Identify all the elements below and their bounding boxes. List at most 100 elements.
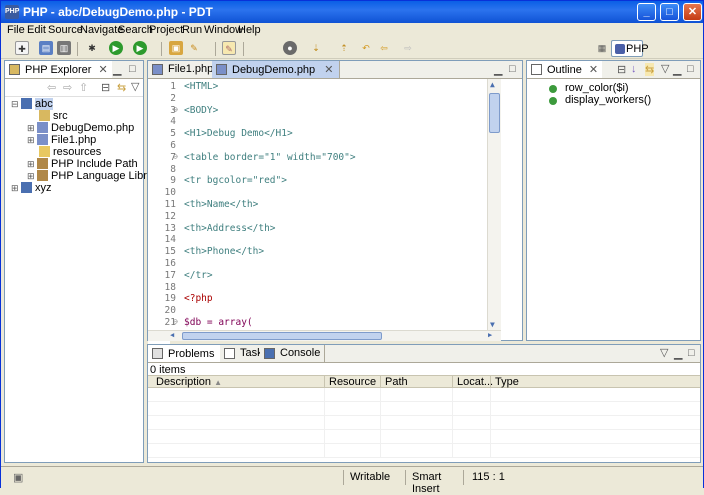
open-type-icon[interactable]: ▣ [169, 41, 183, 55]
sort-icon[interactable]: ↓ [631, 63, 637, 75]
line-number: 1 [170, 81, 176, 92]
code-line: <tr bgcolor="red"> [184, 175, 287, 187]
outline-item[interactable]: display_workers() [549, 94, 651, 106]
expand-toggle-icon[interactable]: ⊞ [11, 183, 21, 193]
expand-toggle-icon[interactable]: ⊞ [27, 159, 37, 169]
forward-icon[interactable]: ⇨ [401, 41, 415, 55]
back-icon[interactable]: ⇦ [47, 81, 56, 94]
menu-search[interactable]: Search [118, 24, 153, 36]
tab-outline[interactable]: Outline ✕ [527, 61, 603, 78]
tab-debugdemo[interactable]: DebugDemo.php ✕ [212, 61, 341, 78]
print-icon[interactable]: ▥ [57, 41, 71, 55]
horizontal-scrollbar[interactable]: ◀ ▶ [148, 330, 501, 341]
maximize-view-icon[interactable]: □ [509, 63, 516, 75]
fold-icon[interactable]: ⊖ [173, 152, 178, 161]
code-line: <th>Address</th> [184, 222, 276, 234]
next-annotation-icon[interactable]: ⇣ [309, 41, 323, 55]
minimize-view-icon[interactable]: ▁ [494, 63, 502, 76]
minimize-view-icon[interactable]: ▁ [113, 63, 121, 76]
minimize-view-icon[interactable]: ▁ [673, 63, 681, 76]
menu-source[interactable]: Source [48, 24, 83, 36]
minimize-button[interactable]: _ [637, 3, 656, 21]
run-icon[interactable]: ▶ [109, 41, 123, 55]
previous-annotation-icon[interactable]: ⇡ [337, 41, 351, 55]
table-cell-divider [490, 444, 491, 458]
menu-file[interactable]: File [7, 24, 25, 36]
forward-icon[interactable]: ⇨ [63, 81, 72, 94]
table-cell-divider [490, 388, 491, 402]
menu-run[interactable]: Run [182, 24, 202, 36]
menu-navigate[interactable]: Navigate [80, 24, 123, 36]
maximize-view-icon[interactable]: □ [129, 63, 136, 75]
tree-item-file1[interactable]: ⊞ File1.php [27, 134, 96, 146]
debug-icon[interactable]: ✱ [85, 41, 99, 55]
expand-toggle-icon[interactable]: ⊞ [27, 171, 37, 181]
menu-project[interactable]: Project [149, 24, 183, 36]
globe-icon[interactable]: ● [283, 41, 297, 55]
maximize-view-icon[interactable]: □ [688, 347, 695, 359]
collapse-toggle-icon[interactable]: ⊟ [11, 99, 21, 109]
close-tab-icon[interactable]: ✕ [324, 64, 333, 76]
fold-icon[interactable]: ⊖ [173, 317, 178, 326]
maximize-view-icon[interactable]: □ [687, 63, 694, 75]
tree-item-language-library[interactable]: ⊞ PHP Language Library [27, 170, 162, 182]
tree-item-debugdemo[interactable]: ⊞ DebugDemo.php [27, 122, 134, 134]
maximize-button[interactable]: □ [660, 3, 679, 21]
column-resource[interactable]: Resource [324, 376, 376, 388]
tree-item-src[interactable]: src [39, 110, 68, 122]
expand-toggle-icon[interactable]: ⊞ [27, 123, 37, 133]
link-with-editor-icon[interactable]: ⇆ [645, 63, 655, 76]
close-button[interactable]: ✕ [683, 3, 702, 21]
line-number: 5 [170, 128, 176, 140]
open-perspective-icon[interactable]: ▦ [595, 41, 609, 55]
up-icon[interactable]: ⇧ [79, 81, 88, 94]
back-icon[interactable]: ⇦ [377, 41, 391, 55]
scroll-up-icon[interactable]: ▲ [490, 80, 495, 89]
outline-item[interactable]: row_color($i) [549, 82, 629, 94]
save-icon[interactable]: ▤ [39, 41, 53, 55]
view-menu-icon[interactable]: ▽ [661, 62, 669, 75]
column-location[interactable]: Locat... [452, 376, 493, 388]
link-with-editor-icon[interactable]: ⇆ [117, 81, 126, 94]
toggle-mark-occurrences-icon[interactable]: ✎ [222, 41, 236, 55]
external-tools-icon[interactable]: ▶ [133, 41, 147, 55]
function-icon [549, 85, 557, 93]
scroll-left-icon[interactable]: ◀ [170, 331, 174, 339]
collapse-all-icon[interactable]: ⊟ [101, 81, 110, 94]
window-title: PHP - abc/DebugDemo.php - PDT [23, 5, 213, 19]
tab-php-explorer[interactable]: PHP Explorer ✕ [5, 61, 112, 78]
view-menu-icon[interactable]: ▽ [660, 346, 668, 359]
fold-icon[interactable]: ⊖ [173, 105, 178, 114]
search-icon[interactable]: ✎ [187, 41, 201, 55]
php-app-icon: PHP [5, 5, 19, 19]
scroll-right-icon[interactable]: ▶ [488, 331, 492, 339]
column-description[interactable]: Description ▲ [156, 376, 222, 388]
close-tab-icon[interactable]: ✕ [99, 64, 108, 76]
tab-console[interactable]: Console [260, 345, 326, 362]
tree-item-abc[interactable]: ⊟ abc [11, 98, 53, 110]
fast-view-icon[interactable]: ▣ [13, 471, 23, 484]
expand-toggle-icon[interactable]: ⊞ [27, 135, 37, 145]
minimize-view-icon[interactable]: ▁ [674, 347, 682, 360]
tree-item-include-path[interactable]: ⊞ PHP Include Path [27, 158, 138, 170]
collapse-all-icon[interactable]: ⊟ [617, 63, 626, 76]
code-area[interactable]: 1 <HTML> 2 3 ⊖ <BODY> 4 5 <H1>Debug Demo</H1> 6 7 ⊖… [148, 79, 501, 386]
vertical-scrollbar[interactable]: ▲ ▼ [487, 79, 501, 330]
h-scroll-thumb[interactable] [182, 332, 382, 340]
scroll-thumb[interactable] [489, 93, 500, 133]
new-icon[interactable]: ✚ [15, 41, 29, 55]
last-edit-icon[interactable]: ↶ [359, 41, 373, 55]
scroll-down-icon[interactable]: ▼ [490, 320, 495, 329]
tab-label: File1.php [168, 63, 214, 75]
column-type[interactable]: Type [490, 376, 519, 388]
view-menu-icon[interactable]: ▽ [131, 80, 139, 93]
tree-item-resources[interactable]: resources [39, 146, 101, 158]
tree-item-xyz[interactable]: ⊞ xyz [11, 182, 52, 194]
table-cell-divider [324, 388, 325, 402]
menu-help[interactable]: Help [238, 24, 261, 36]
menu-edit[interactable]: Edit [27, 24, 46, 36]
tab-file1[interactable]: File1.php [148, 61, 219, 78]
perspective-php-button[interactable]: PHP [611, 40, 649, 57]
column-path[interactable]: Path [380, 376, 408, 388]
close-tab-icon[interactable]: ✕ [589, 64, 598, 76]
